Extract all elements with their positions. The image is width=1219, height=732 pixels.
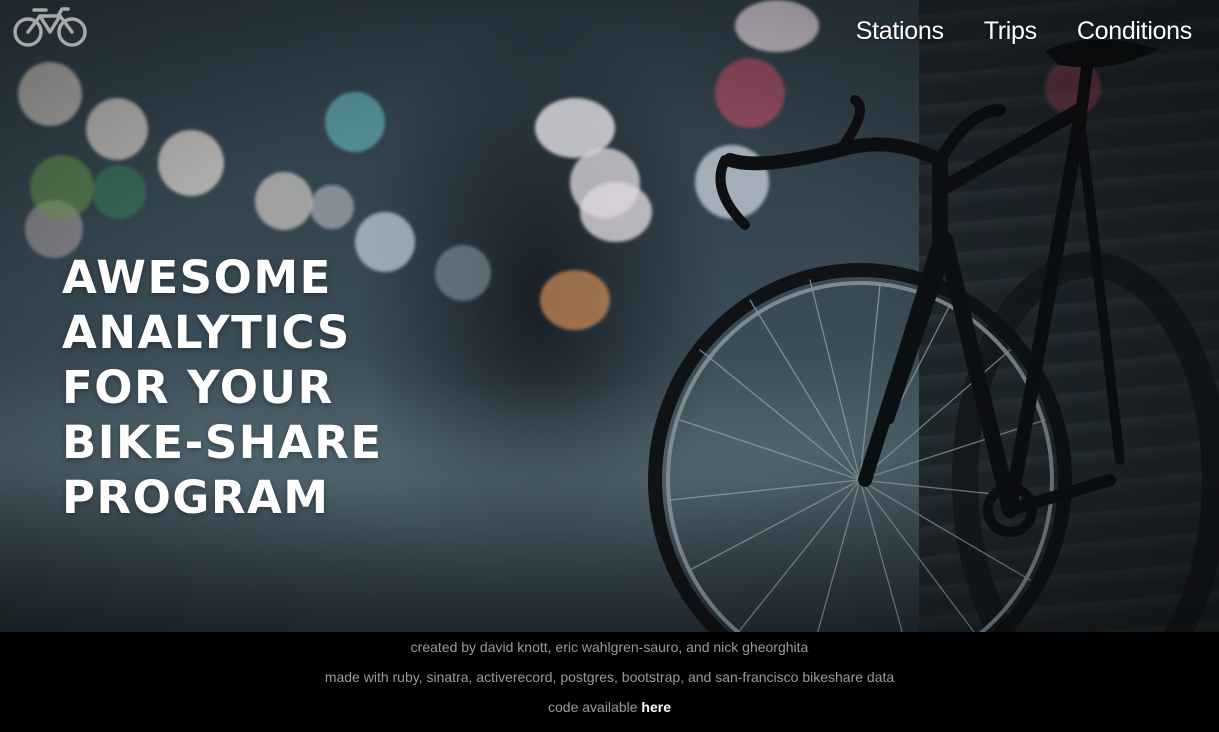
- page-footer: created by david knott, eric wahlgren-sa…: [0, 632, 1219, 732]
- headline-line: Awesome: [62, 251, 332, 304]
- headline-line: program: [62, 471, 330, 524]
- nav-link-stations[interactable]: Stations: [856, 14, 944, 48]
- nav-link-trips[interactable]: Trips: [984, 14, 1037, 48]
- footer-made-with: made with ruby, sinatra, activerecord, p…: [324, 669, 895, 685]
- footer-code-prefix: code available: [548, 699, 638, 715]
- main-nav: Stations Trips Conditions: [856, 14, 1193, 48]
- bicycle-icon[interactable]: [12, 6, 88, 48]
- headline-line: bike-share: [62, 416, 383, 469]
- footer-credits: created by david knott, eric wahlgren-sa…: [410, 639, 809, 655]
- hero-headline: Awesome analytics for your bike-share pr…: [62, 250, 482, 525]
- footer-code-link[interactable]: here: [641, 699, 671, 715]
- headline-line: for your: [62, 361, 334, 414]
- nav-link-conditions[interactable]: Conditions: [1077, 14, 1192, 48]
- headline-line: analytics: [62, 306, 351, 359]
- footer-code-line: code available here: [0, 692, 1219, 722]
